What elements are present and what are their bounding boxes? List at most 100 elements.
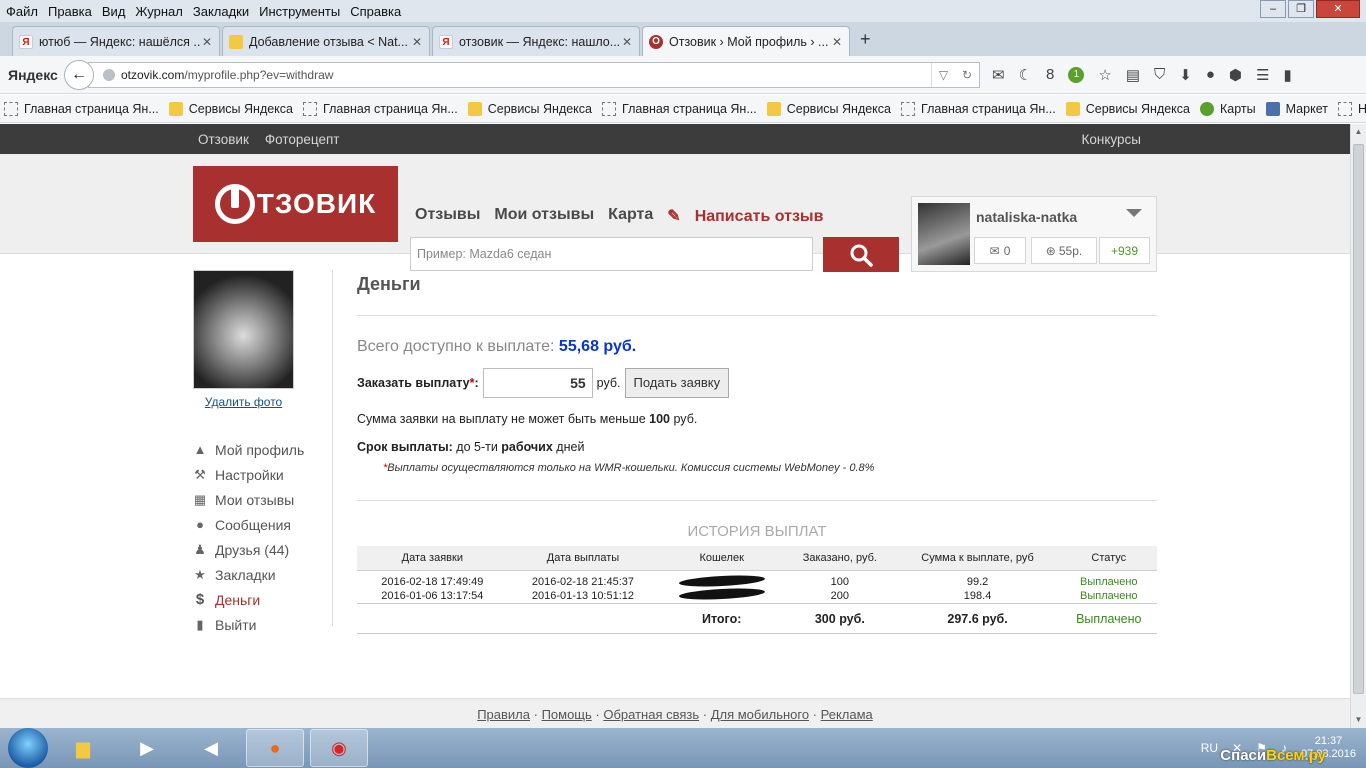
folder-icon bbox=[467, 101, 482, 116]
clipboard-icon[interactable]: ▤ bbox=[1126, 66, 1140, 84]
bookmark[interactable]: Новости bbox=[1337, 101, 1366, 116]
chevron-down-icon[interactable] bbox=[1126, 209, 1142, 217]
bookmark[interactable]: Маркет bbox=[1265, 101, 1328, 116]
nav-write-review[interactable]: ✎ Написать отзыв bbox=[667, 206, 837, 226]
close-tab-icon[interactable]: ✕ bbox=[831, 35, 843, 49]
rating-counter[interactable]: +939 bbox=[1099, 237, 1150, 264]
messages-counter[interactable]: ✉ 0 bbox=[974, 237, 1026, 264]
bookmark[interactable]: Сервисы Яндекса bbox=[467, 101, 592, 116]
hamburger-menu-icon[interactable]: ☰ bbox=[1256, 66, 1269, 84]
language-indicator[interactable]: RU bbox=[1201, 741, 1218, 755]
bookmark[interactable]: Сервисы Яндекса bbox=[766, 101, 891, 116]
browser-tab-active[interactable]: O Отзовик › Мой профиль › ... ✕ bbox=[642, 26, 850, 56]
close-tab-icon[interactable]: ✕ bbox=[411, 35, 423, 49]
bookmark[interactable]: Главная страница Ян... bbox=[602, 101, 757, 116]
weather-count: 8 bbox=[1046, 66, 1055, 83]
topnav-contests[interactable]: Конкурсы bbox=[1082, 132, 1141, 147]
menu-history[interactable]: Журнал bbox=[135, 4, 182, 19]
cell-empty bbox=[507, 603, 659, 634]
url-controls: ▽ ↻ bbox=[931, 62, 979, 87]
footer-link-feedback[interactable]: Обратная связь bbox=[603, 707, 699, 722]
person-icon: ▲ bbox=[193, 441, 207, 457]
chat-icon[interactable]: ● bbox=[1206, 66, 1215, 83]
star-icon[interactable]: ☆ bbox=[1098, 66, 1111, 84]
page-scrollbar[interactable]: ▲ ▼ bbox=[1350, 124, 1366, 728]
close-window-button[interactable]: ✕ bbox=[1316, 0, 1360, 18]
explorer-icon[interactable]: ▆ bbox=[54, 729, 112, 767]
footer-link-mobile[interactable]: Для мобильного bbox=[711, 707, 809, 722]
menu-bookmarks[interactable]: Закладки bbox=[193, 4, 249, 19]
user-name[interactable]: nataliska-natka bbox=[976, 209, 1077, 225]
yandex-logo[interactable]: Яндекс bbox=[8, 67, 64, 83]
bookmark[interactable]: Карты bbox=[1200, 101, 1256, 116]
volume-app-icon[interactable]: ◀ bbox=[182, 729, 240, 767]
bookmark[interactable]: Сервисы Яндекса bbox=[168, 101, 293, 116]
browser-tab[interactable]: Я ютюб — Яндекс: нашёлся ... ✕ bbox=[12, 26, 220, 56]
minimize-button[interactable]: – bbox=[1260, 0, 1286, 18]
download-icon[interactable]: ⬇ bbox=[1179, 66, 1192, 84]
footer-link-rules[interactable]: Правила bbox=[477, 707, 530, 722]
footer-link-ads[interactable]: Реклама bbox=[821, 707, 873, 722]
menu-file[interactable]: Файл bbox=[6, 4, 38, 19]
topnav-photorecipe[interactable]: Фоторецепт bbox=[265, 132, 340, 147]
addon-icon[interactable]: ⬢ bbox=[1229, 66, 1242, 84]
opera-icon[interactable]: ◉ bbox=[310, 729, 368, 767]
notification-badge[interactable]: 1 bbox=[1068, 66, 1085, 83]
back-button[interactable]: ← bbox=[64, 59, 94, 90]
amount-input[interactable]: 55 bbox=[482, 368, 593, 398]
money-counter[interactable]: ⊛ 55р. bbox=[1031, 237, 1097, 264]
nav-map[interactable]: Карта bbox=[608, 206, 653, 226]
sidebar-item-label: Мой профиль bbox=[215, 441, 305, 458]
nav-my-reviews[interactable]: Мои отзывы bbox=[494, 206, 594, 226]
sidebar-item-messages[interactable]: ● Сообщения bbox=[193, 512, 332, 537]
address-bar[interactable]: otzovik.com /myprofile.php?ev=withdraw ▽… bbox=[88, 61, 980, 88]
weather-icon[interactable]: ☾ bbox=[1019, 66, 1032, 84]
mail-icon[interactable]: ✉ bbox=[992, 66, 1005, 84]
start-button[interactable] bbox=[8, 728, 48, 768]
dropdown-icon[interactable]: ▽ bbox=[939, 68, 948, 82]
browser-tab[interactable]: Я отзовик — Яндекс: нашло... ✕ bbox=[432, 26, 640, 56]
sidebar-item-bookmarks[interactable]: ★ Закладки bbox=[193, 562, 332, 587]
sidebar-icon[interactable]: ▮ bbox=[1283, 66, 1291, 84]
table-header: Дата заявки Дата выплаты Кошелек Заказан… bbox=[357, 546, 1157, 571]
sidebar-item-profile[interactable]: ▲ Мой профиль bbox=[193, 437, 332, 462]
scrollbar-thumb[interactable] bbox=[1353, 144, 1364, 694]
scroll-up-icon[interactable]: ▲ bbox=[1351, 124, 1366, 140]
scroll-down-icon[interactable]: ▼ bbox=[1351, 712, 1366, 728]
site-logo[interactable]: ТЗОВИК bbox=[193, 166, 398, 242]
friends-icon: ♟ bbox=[194, 541, 206, 557]
firefox-icon[interactable]: ● bbox=[246, 729, 304, 767]
sidebar-item-logout[interactable]: ▮ Выйти bbox=[193, 612, 332, 637]
bookmark[interactable]: Сервисы Яндекса bbox=[1065, 101, 1190, 116]
submit-request-button[interactable]: Подать заявку bbox=[624, 368, 730, 398]
user-avatar[interactable] bbox=[918, 203, 970, 265]
new-tab-button[interactable]: + bbox=[860, 29, 871, 50]
topnav-otzovik[interactable]: Отзовик bbox=[198, 132, 249, 147]
close-tab-icon[interactable]: ✕ bbox=[621, 35, 633, 49]
withdraw-form: Заказать выплату*: 55 руб. Подать заявку bbox=[357, 368, 1157, 398]
menu-edit[interactable]: Правка bbox=[48, 4, 92, 19]
menu-help[interactable]: Справка bbox=[350, 4, 401, 19]
cell-ordered: 100 bbox=[830, 576, 850, 588]
sidebar-item-friends[interactable]: ♟ Друзья (44) bbox=[193, 537, 332, 562]
pocket-icon[interactable]: ⛉ bbox=[1154, 66, 1165, 83]
nav-reviews[interactable]: Отзывы bbox=[415, 206, 480, 226]
browser-tab[interactable]: Добавление отзыва < Nat... ✕ bbox=[222, 26, 430, 56]
menu-view[interactable]: Вид bbox=[102, 4, 126, 19]
bookmark[interactable]: Главная страница Ян... bbox=[303, 101, 458, 116]
footer-link-help[interactable]: Помощь bbox=[542, 707, 592, 722]
bookmark[interactable]: Главная страница Ян... bbox=[901, 101, 1056, 116]
search-button[interactable] bbox=[823, 237, 899, 272]
sidebar-item-settings[interactable]: ⚒ Настройки bbox=[193, 462, 332, 487]
sidebar-item-my-reviews[interactable]: ▦ Мои отзывы bbox=[193, 487, 332, 512]
menu-tools[interactable]: Инструменты bbox=[259, 4, 340, 19]
close-tab-icon[interactable]: ✕ bbox=[201, 35, 213, 49]
media-player-icon[interactable]: ▶ bbox=[118, 729, 176, 767]
sidebar-item-money[interactable]: $ Деньги bbox=[193, 587, 332, 612]
otzovik-icon: O bbox=[649, 34, 663, 49]
search-input[interactable]: Пример: Mazda6 седан bbox=[410, 237, 813, 271]
reload-icon[interactable]: ↻ bbox=[962, 68, 972, 82]
delete-photo-link[interactable]: Удалить фото bbox=[193, 395, 294, 409]
maximize-button[interactable]: ❐ bbox=[1288, 0, 1314, 18]
bookmark[interactable]: Главная страница Ян... bbox=[4, 101, 159, 116]
